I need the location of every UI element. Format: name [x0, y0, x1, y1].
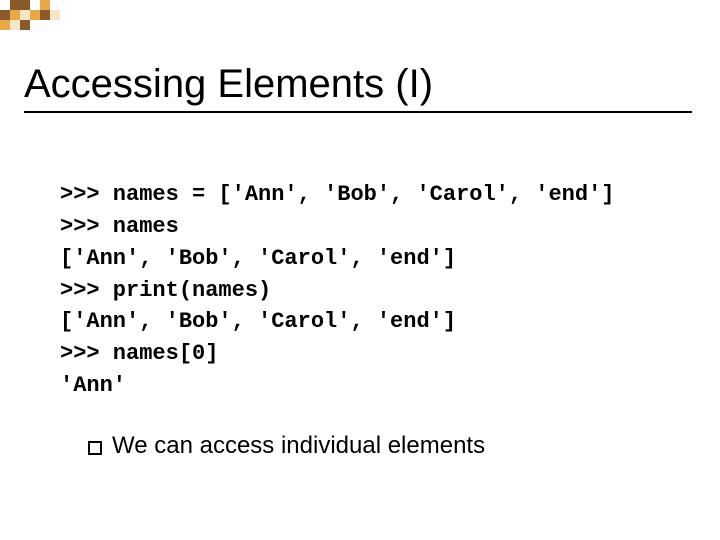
slide-content: Accessing Elements (I) >>> names = ['Ann… [0, 0, 720, 460]
title-rule [24, 111, 692, 113]
code-line: ['Ann', 'Bob', 'Carol', 'end'] [60, 309, 456, 334]
code-line: ['Ann', 'Bob', 'Carol', 'end'] [60, 246, 456, 271]
bullet-item: We can access individual elements [24, 432, 696, 460]
square-bullet-icon [88, 441, 102, 455]
code-line: >>> print(names) [60, 278, 271, 303]
code-line: >>> names = ['Ann', 'Bob', 'Carol', 'end… [60, 182, 615, 207]
slide-title: Accessing Elements (I) [24, 62, 696, 107]
bullet-text: We can access individual elements [112, 432, 485, 460]
code-line: >>> names [60, 214, 179, 239]
code-line: >>> names[0] [60, 341, 218, 366]
code-block: >>> names = ['Ann', 'Bob', 'Carol', 'end… [24, 147, 696, 402]
slide-logo [0, 0, 60, 40]
code-line: 'Ann' [60, 373, 126, 398]
